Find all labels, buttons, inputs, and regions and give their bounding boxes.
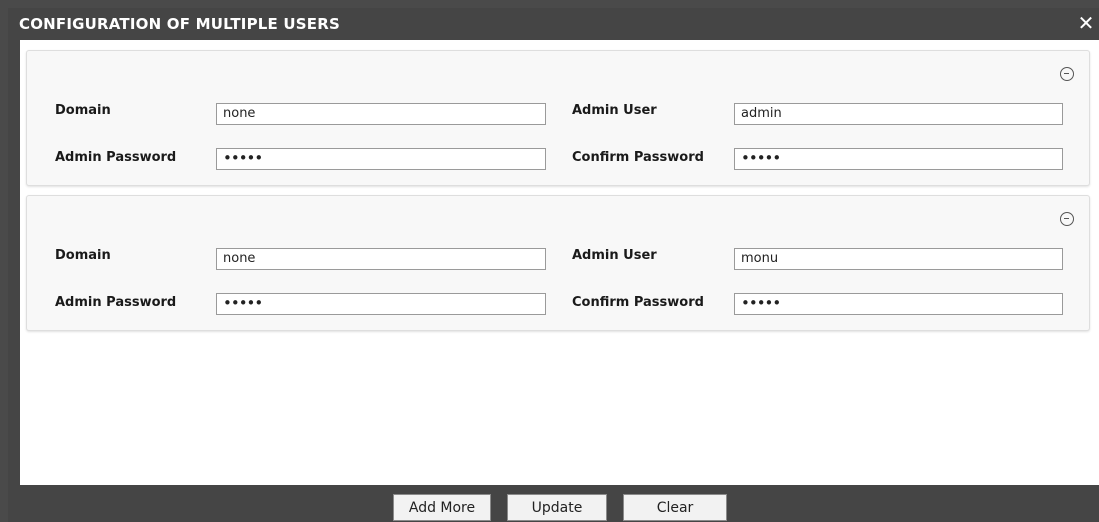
admin-user-label: Admin User (572, 248, 657, 263)
add-more-button[interactable]: Add More (393, 494, 491, 521)
admin-user-field[interactable]: admin (734, 103, 1063, 125)
domain-label: Domain (55, 248, 111, 263)
admin-password-label: Admin Password (55, 295, 177, 310)
dialog-title: CONFIGURATION OF MULTIPLE USERS (19, 15, 340, 33)
admin-password-field[interactable]: ••••• (216, 293, 546, 315)
minus-circle-icon[interactable] (1060, 212, 1074, 226)
admin-password-field[interactable]: ••••• (216, 148, 546, 170)
admin-user-field[interactable]: monu (734, 248, 1063, 270)
dialog-footer: Add More Update Clear (8, 485, 1099, 522)
clear-button[interactable]: Clear (623, 494, 727, 521)
update-button[interactable]: Update (507, 494, 607, 521)
domain-field[interactable]: none (216, 103, 546, 125)
dialog-content: Domain none Admin User admin Admin Passw… (20, 40, 1099, 485)
confirm-password-label: Confirm Password (572, 150, 704, 165)
close-icon[interactable]: ✕ (1075, 12, 1097, 34)
domain-label: Domain (55, 103, 111, 118)
confirm-password-field[interactable]: ••••• (734, 148, 1063, 170)
admin-user-label: Admin User (572, 103, 657, 118)
user-entry-panel: Domain none Admin User monu Admin Passwo… (26, 195, 1090, 331)
confirm-password-label: Confirm Password (572, 295, 704, 310)
minus-circle-icon[interactable] (1060, 67, 1074, 81)
multi-user-config-dialog: CONFIGURATION OF MULTIPLE USERS ✕ Domain… (8, 8, 1099, 522)
user-entry-panel: Domain none Admin User admin Admin Passw… (26, 50, 1090, 186)
domain-field[interactable]: none (216, 248, 546, 270)
confirm-password-field[interactable]: ••••• (734, 293, 1063, 315)
admin-password-label: Admin Password (55, 150, 177, 165)
